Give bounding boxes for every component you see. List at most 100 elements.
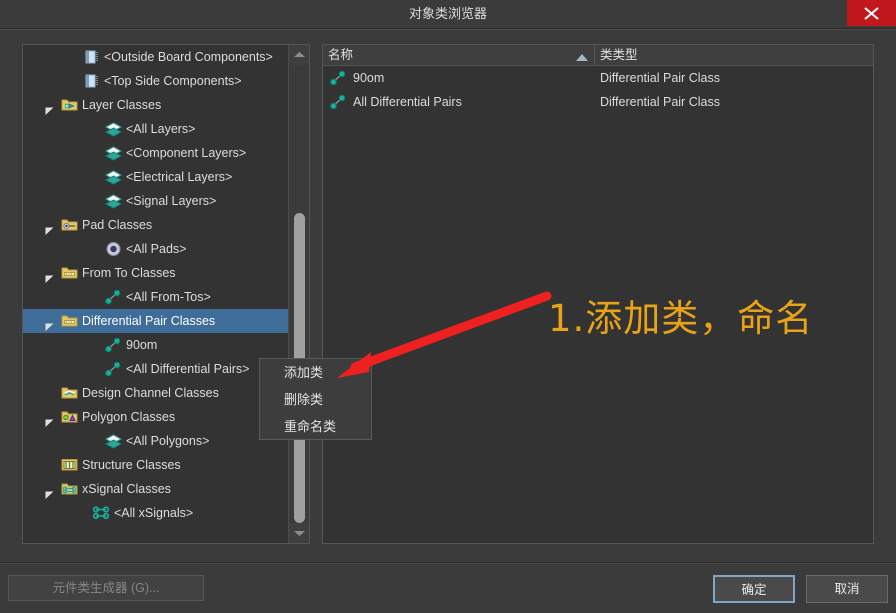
tree-item[interactable]: <Outside Board Components> (23, 45, 288, 69)
tree-item[interactable]: 90om (23, 333, 288, 357)
tree-item[interactable]: <All Pads> (23, 237, 288, 261)
page-title: 对象类浏览器 (408, 6, 487, 21)
folder-xsignal-icon (61, 481, 78, 497)
menu-item-add-class[interactable]: 添加类 (260, 359, 371, 386)
menu-item-rename-class[interactable]: 重命名类 (260, 413, 371, 440)
tree-item-label: <Electrical Layers> (126, 170, 233, 184)
folder-polygon-icon (61, 409, 78, 425)
tree-item-label: Polygon Classes (82, 410, 176, 424)
diffpair-icon (330, 70, 348, 87)
ok-button[interactable]: 确定 (713, 575, 795, 603)
tree-item[interactable]: From To Classes (23, 261, 288, 285)
table-row[interactable]: 90om Differential Pair Class (323, 66, 873, 90)
tree-item-label: 90om (126, 338, 158, 352)
tree-item[interactable]: <Signal Layers> (23, 189, 288, 213)
close-icon[interactable] (847, 0, 896, 26)
tree-item-label: Differential Pair Classes (82, 314, 216, 328)
tree-item[interactable]: <All Layers> (23, 117, 288, 141)
folder-fromto-icon (61, 265, 78, 281)
context-menu[interactable]: 添加类 删除类 重命名类 (259, 358, 372, 440)
expander-collapse-icon[interactable] (45, 220, 55, 235)
expander-collapse-icon[interactable] (45, 412, 55, 427)
expander-collapse-icon[interactable] (45, 484, 55, 499)
tree-item-label: <All xSignals> (114, 506, 194, 520)
tree-item-label: <Top Side Components> (104, 74, 242, 88)
tree-item-label: <All Polygons> (126, 434, 210, 448)
tree-item-label: Layer Classes (82, 98, 162, 112)
column-header-name[interactable]: 名称 (323, 45, 595, 65)
tree-item-label: <All Differential Pairs> (126, 362, 250, 376)
sort-ascending-icon[interactable] (575, 53, 589, 62)
tree-item-label: xSignal Classes (82, 482, 171, 496)
layers-icon (104, 433, 123, 449)
tree-item-label: <All Pads> (126, 242, 187, 256)
tree-item[interactable]: Structure Classes (23, 453, 288, 477)
fromto-icon (105, 289, 122, 305)
row-type-cell: Differential Pair Class (600, 95, 720, 109)
expander-collapse-icon[interactable] (45, 316, 55, 331)
dialog-body: <Outside Board Components> <Top Side Comp… (0, 30, 896, 562)
expander-collapse-icon[interactable] (45, 268, 55, 283)
list-header-row: 名称 类类型 (323, 45, 873, 66)
dialog-footer: 元件类生成器 (G)... 确定 取消 (0, 562, 896, 613)
component-layer-icon (83, 73, 100, 89)
cancel-button[interactable]: 取消 (806, 575, 888, 603)
tree-item-label: Pad Classes (82, 218, 153, 232)
folder-layer-icon (61, 97, 78, 113)
class-tree: <Outside Board Components> <Top Side Comp… (23, 45, 288, 543)
tree-item[interactable]: <All Polygons> (23, 429, 288, 453)
menu-item-delete-class[interactable]: 删除类 (260, 386, 371, 413)
tree-item[interactable]: <Component Layers> (23, 141, 288, 165)
tree-item[interactable]: <Top Side Components> (23, 69, 288, 93)
folder-channel-icon (61, 385, 78, 401)
folder-structure-icon (61, 457, 78, 473)
layers-icon (104, 121, 123, 137)
folder-diffpair-icon (61, 313, 78, 329)
diffpair-icon (105, 361, 122, 377)
diffpair-icon (330, 94, 348, 111)
tree-item-label: <Component Layers> (126, 146, 247, 160)
table-row[interactable]: All Differential Pairs Differential Pair … (323, 90, 873, 114)
tree-item[interactable]: <Electrical Layers> (23, 165, 288, 189)
list-rows-container: 90om Differential Pair Class All Different… (323, 66, 873, 114)
tree-item[interactable]: Differential Pair Classes (23, 309, 288, 333)
tree-item-label: Structure Classes (82, 458, 181, 472)
class-tree-panel[interactable]: <Outside Board Components> <Top Side Comp… (22, 44, 310, 544)
xsignal-icon (92, 505, 110, 521)
tree-item-label: <Signal Layers> (126, 194, 217, 208)
diffpair-icon (105, 337, 122, 353)
component-layer-icon (83, 49, 100, 65)
tree-item[interactable]: xSignal Classes (23, 477, 288, 501)
layers-icon (104, 193, 123, 209)
expander-collapse-icon[interactable] (45, 100, 55, 115)
row-type-cell: Differential Pair Class (600, 71, 720, 85)
scroll-up-button[interactable] (289, 45, 309, 65)
row-name-cell: 90om (353, 71, 385, 85)
layers-icon (104, 145, 123, 161)
object-class-browser-dialog: 对象类浏览器 <Outside Board Components> <Top Si… (0, 0, 896, 613)
chevron-down-icon (294, 531, 305, 536)
annotation-text: 1.添加类，命名 (548, 297, 814, 340)
tree-item[interactable]: Design Channel Classes (23, 381, 288, 405)
column-header-type[interactable]: 类类型 (595, 45, 873, 65)
tree-item[interactable]: Pad Classes (23, 213, 288, 237)
scroll-down-button[interactable] (289, 523, 309, 543)
pad-icon (105, 241, 122, 257)
footer-divider-light (0, 563, 896, 564)
folder-pad-icon (61, 217, 78, 233)
close-x-glyph (864, 7, 879, 20)
title-bar: 对象类浏览器 (0, 0, 896, 28)
tree-item[interactable]: Polygon Classes (23, 405, 288, 429)
tree-item[interactable]: <All xSignals> (23, 501, 288, 525)
tree-item[interactable]: <All From-Tos> (23, 285, 288, 309)
tree-scrollbar[interactable] (288, 45, 309, 543)
tree-item[interactable]: Layer Classes (23, 93, 288, 117)
component-class-generator-button[interactable]: 元件类生成器 (G)... (8, 575, 204, 601)
tree-item[interactable]: <All Differential Pairs> (23, 357, 288, 381)
tree-item-label: Design Channel Classes (82, 386, 219, 400)
chevron-up-icon (294, 52, 305, 57)
row-name-cell: All Differential Pairs (353, 95, 462, 109)
tree-item-label: <All From-Tos> (126, 290, 211, 304)
tree-item-label: From To Classes (82, 266, 176, 280)
tree-item-label: <All Layers> (126, 122, 196, 136)
